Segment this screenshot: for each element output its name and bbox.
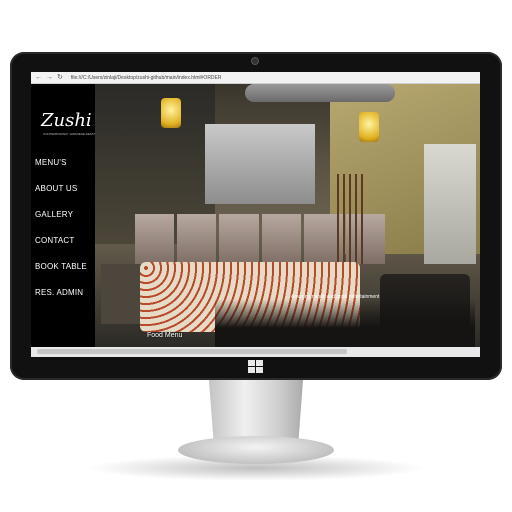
photo-decor-stems	[337, 174, 367, 264]
url-field[interactable]: file:///C:/Users/zinlaji/Desktop/zushi-g…	[71, 75, 222, 81]
scroll-thumb[interactable]	[37, 349, 347, 354]
menu-item-contact[interactable]: CONTACT	[35, 236, 74, 245]
pendant-lamp	[161, 98, 181, 128]
browser-address-bar: ← → ↻ file:///C:/Users/zinlaji/Desktop/z…	[31, 72, 480, 84]
menu-item-gallery[interactable]: GALLERY	[35, 210, 73, 219]
food-menu-link[interactable]: Food Menu	[147, 332, 182, 339]
hero-photo: Amazing meals and good entertainment Foo…	[95, 84, 480, 347]
screen: ← → ↻ file:///C:/Users/zinlaji/Desktop/z…	[31, 72, 480, 357]
photo-window	[424, 144, 476, 264]
menu-item-about-us[interactable]: ABOUT US	[35, 184, 77, 193]
photo-booth-back	[101, 264, 141, 324]
menu-item-book-table[interactable]: BOOK TABLE	[35, 262, 87, 271]
menu-item-menus[interactable]: MENU'S	[35, 158, 67, 167]
photo-tables	[215, 299, 475, 347]
horizontal-scrollbar[interactable]	[31, 347, 480, 357]
sidebar: Zushi CONTEMPORARY JAPANESE RESTAURANT M…	[31, 84, 106, 357]
monitor-stand-base	[178, 436, 334, 464]
photo-duct	[245, 84, 395, 102]
photo-kitchen-hood	[205, 124, 315, 204]
webcam	[252, 58, 258, 64]
reload-icon[interactable]: ↻	[57, 72, 63, 84]
logo-text: Zushi	[41, 110, 92, 131]
forward-arrow-icon[interactable]: →	[46, 72, 53, 84]
monitor-stand-neck	[208, 380, 304, 440]
pendant-lamp	[359, 112, 379, 142]
site-logo[interactable]: Zushi CONTEMPORARY JAPANESE RESTAURANT	[37, 110, 106, 138]
windows-logo-icon	[248, 360, 264, 374]
menu-item-res-admin[interactable]: RES. ADMIN	[35, 288, 83, 297]
hero-caption: Amazing meals and good entertainment	[291, 294, 380, 300]
back-arrow-icon[interactable]: ←	[35, 72, 42, 84]
